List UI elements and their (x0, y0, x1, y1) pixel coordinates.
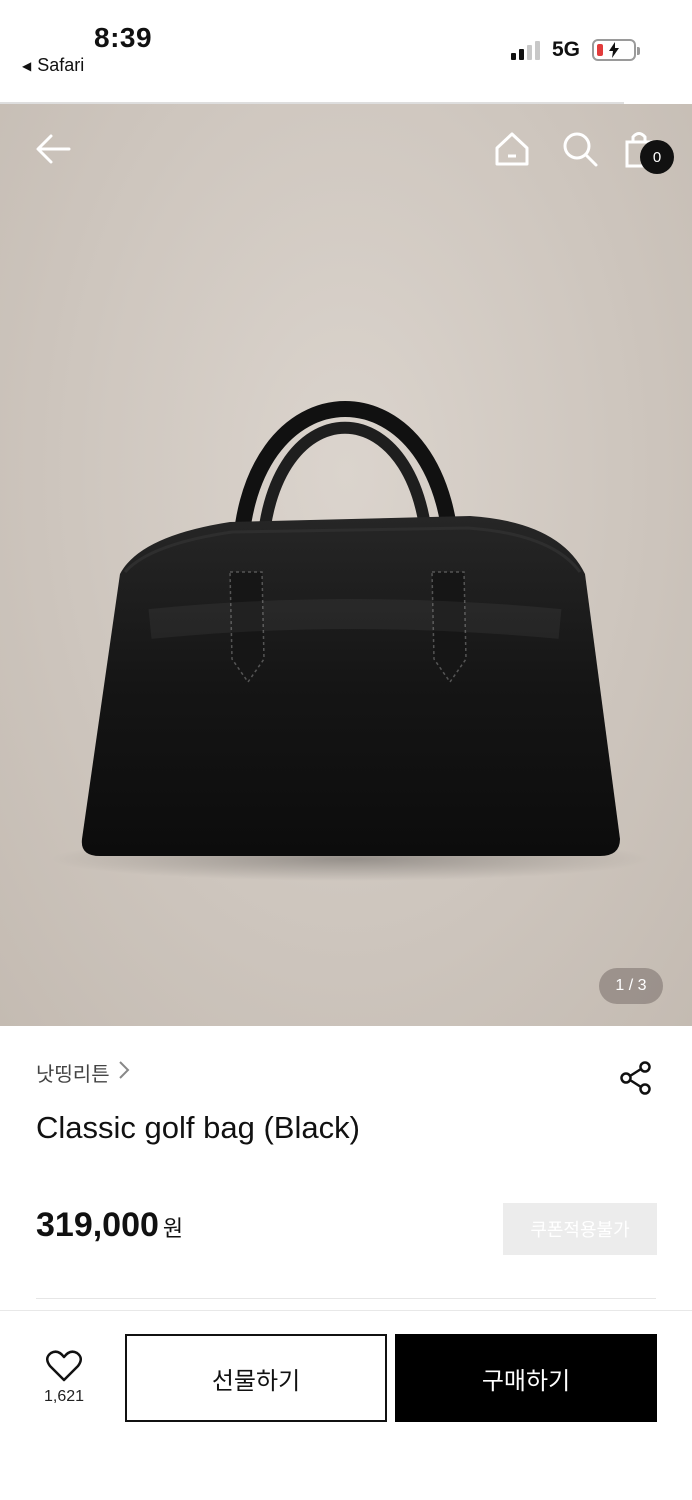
share-icon[interactable] (618, 1060, 654, 1101)
heart-icon (46, 1350, 82, 1382)
chevron-right-icon (118, 1060, 130, 1086)
gallery-page-indicator: 1 / 3 (599, 968, 663, 1004)
product-price: 319,000 (36, 1206, 159, 1244)
cellular-signal-icon (510, 40, 540, 60)
product-image-gallery[interactable]: 1 / 3 (0, 104, 692, 1026)
like-count: 1,621 (43, 1388, 85, 1405)
brand-name: 낫띵리튼 (36, 1064, 110, 1086)
section-divider (36, 1298, 656, 1299)
search-icon[interactable] (560, 128, 600, 170)
network-type: 5G (551, 38, 580, 61)
status-bar: 8:39 ◀ Safari 5G (0, 0, 692, 104)
product-title: Classic golf bag (Black) (36, 1110, 360, 1145)
price-row: 319,000 원 (36, 1206, 183, 1245)
product-photo-bag (50, 401, 650, 881)
gift-button[interactable]: 선물하기 (125, 1334, 387, 1422)
back-app-label: Safari (37, 55, 85, 75)
cart-count-badge: 0 (640, 140, 674, 174)
back-triangle-icon: ◀ (22, 58, 32, 73)
product-top-nav (0, 104, 692, 204)
coupon-unavailable-button: 쿠폰적용불가 (503, 1203, 657, 1255)
battery-icon (592, 39, 640, 61)
like-button[interactable]: 1,621 (36, 1350, 92, 1406)
status-time: 8:39 (94, 22, 153, 53)
status-indicators: 5G (510, 38, 640, 62)
back-to-app[interactable]: ◀ Safari (22, 55, 84, 76)
back-arrow-icon[interactable] (32, 128, 74, 170)
brand-link[interactable]: 낫띵리튼 (36, 1058, 130, 1087)
price-currency: 원 (162, 1216, 184, 1241)
buy-button[interactable]: 구매하기 (395, 1334, 657, 1422)
home-icon[interactable] (492, 128, 532, 170)
